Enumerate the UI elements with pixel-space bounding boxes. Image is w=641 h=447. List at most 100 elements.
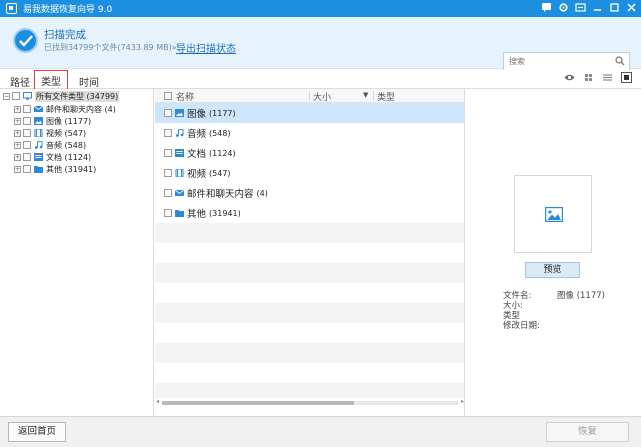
search-input[interactable]	[504, 53, 612, 70]
expand-icon[interactable]: +	[14, 105, 21, 113]
window-controls	[540, 2, 637, 14]
horizontal-scrollbar[interactable]: ◂ ▸	[155, 398, 464, 407]
tree-item-mail[interactable]: + 邮件和聊天内容 (4)	[14, 103, 116, 115]
tab-time[interactable]: 时间	[79, 74, 99, 89]
expand-icon[interactable]: +	[14, 117, 21, 125]
checkbox[interactable]	[164, 109, 172, 117]
file-list: 名称 大小 ▼ 类型 图像 (1177) 音频 (548) 文档 (1124)	[155, 89, 465, 416]
image-icon	[175, 109, 184, 117]
document-icon	[175, 149, 184, 157]
empty-row	[155, 323, 464, 343]
monitor-icon	[23, 92, 32, 100]
list-item[interactable]: 文档 (1124)	[155, 143, 464, 163]
minimize-icon[interactable]	[591, 2, 603, 14]
recover-button[interactable]: 恢复	[546, 422, 629, 442]
checkbox[interactable]	[164, 149, 172, 157]
footer-bar: 返回首页 恢复	[0, 416, 641, 447]
tree-item-label: 音频	[46, 140, 62, 150]
list-header: 名称 大小 ▼ 类型	[155, 89, 464, 103]
video-icon	[175, 168, 184, 178]
back-home-button[interactable]: 返回首页	[8, 422, 66, 442]
preview-button[interactable]: 预览	[525, 262, 580, 278]
tree-item-audio[interactable]: + 音频 (548)	[14, 139, 86, 151]
view-tabs: 路径 类型 时间	[0, 70, 641, 90]
tree-item-label: 文档	[46, 152, 62, 162]
checkbox[interactable]	[23, 129, 31, 137]
empty-row	[155, 363, 464, 383]
search-icon[interactable]	[615, 56, 625, 69]
checkbox[interactable]	[23, 141, 31, 149]
preview-panel: 预览 文件名: 图像 (1177) 大小: 类型 修改日期:	[466, 89, 641, 416]
empty-row	[155, 243, 464, 263]
list-item[interactable]: 图像 (1177)	[155, 103, 464, 123]
tab-type[interactable]: 类型	[34, 70, 68, 90]
checkbox[interactable]	[23, 153, 31, 161]
grid-view-icon[interactable]	[583, 72, 594, 83]
mail-icon	[33, 105, 44, 113]
tree-item-image[interactable]: + 图像 (1177)	[14, 115, 91, 127]
list-view-icon[interactable]	[602, 72, 613, 83]
scrollbar-thumb[interactable]	[162, 401, 354, 405]
checkbox[interactable]	[23, 105, 31, 113]
maximize-icon[interactable]	[608, 2, 620, 14]
list-item[interactable]: 邮件和聊天内容 (4)	[155, 183, 464, 203]
sort-arrow-icon[interactable]: ▼	[363, 91, 368, 99]
export-scan-status-link[interactable]: 导出扫描状态	[176, 40, 236, 55]
app-logo-icon	[6, 3, 17, 14]
scan-status-title: 扫描完成	[44, 29, 86, 41]
tree-item-label: 邮件和聊天内容	[46, 104, 102, 114]
scroll-right-icon[interactable]: ▸	[461, 398, 464, 405]
preview-thumbnail	[514, 175, 592, 253]
collapse-icon[interactable]: −	[3, 92, 10, 100]
column-size[interactable]: 大小	[313, 90, 331, 103]
empty-row	[155, 263, 464, 283]
tree-item-video[interactable]: + 视频 (547)	[14, 127, 86, 139]
scan-summary[interactable]: 已找到34799个文件(7433.89 MB)»	[44, 42, 177, 53]
empty-row	[155, 223, 464, 243]
tree-item-document[interactable]: + 文档 (1124)	[14, 151, 91, 163]
select-all-checkbox[interactable]	[164, 92, 172, 100]
tree-root-label: 所有文件类型 (34799)	[35, 90, 120, 102]
expand-icon[interactable]: +	[14, 141, 21, 149]
checkbox[interactable]	[164, 189, 172, 197]
scroll-left-icon[interactable]: ◂	[156, 398, 159, 405]
close-icon[interactable]	[625, 2, 637, 14]
tree-item-label: 其他	[46, 164, 62, 174]
tree-item-label: 图像	[46, 116, 62, 126]
checkbox[interactable]	[23, 165, 31, 173]
checkbox[interactable]	[23, 117, 31, 125]
image-placeholder-icon	[545, 207, 563, 222]
empty-row	[155, 303, 464, 323]
tree-item-label: 视频	[46, 128, 62, 138]
checkbox[interactable]	[12, 92, 20, 100]
checkbox[interactable]	[164, 129, 172, 137]
feedback-icon[interactable]	[574, 2, 586, 14]
settings-icon[interactable]	[557, 2, 569, 14]
window-title: 易我数据恢复向导 9.0	[23, 5, 113, 15]
tree-item-all[interactable]: − 所有文件类型 (34799)	[3, 90, 120, 102]
view-mode-toolbar	[564, 72, 632, 83]
music-icon	[34, 140, 43, 149]
list-item[interactable]: 其他 (31941)	[155, 203, 464, 223]
file-type-tree: − 所有文件类型 (34799) + 邮件和聊天内容 (4) + 图像 (117…	[0, 89, 154, 416]
column-name[interactable]: 名称	[176, 90, 194, 103]
empty-row	[155, 383, 464, 398]
expand-icon[interactable]: +	[14, 165, 21, 173]
empty-row	[155, 343, 464, 363]
chat-icon[interactable]	[540, 2, 552, 14]
eye-icon[interactable]	[564, 72, 575, 83]
column-type[interactable]: 类型	[377, 90, 395, 103]
expand-icon[interactable]: +	[14, 129, 21, 137]
image-icon	[34, 117, 43, 125]
search-box	[503, 52, 630, 71]
scan-status-banner: 扫描完成 已找到34799个文件(7433.89 MB)» 导出扫描状态	[0, 17, 641, 71]
list-item[interactable]: 音频 (548)	[155, 123, 464, 143]
checkbox[interactable]	[164, 209, 172, 217]
meta-modified-label: 修改日期:	[503, 321, 540, 331]
expand-icon[interactable]: +	[14, 153, 21, 161]
tree-item-other[interactable]: + 其他 (31941)	[14, 163, 96, 175]
checkbox[interactable]	[164, 169, 172, 177]
tab-path[interactable]: 路径	[10, 74, 30, 89]
detail-view-icon[interactable]	[621, 72, 632, 83]
list-item[interactable]: 视频 (547)	[155, 163, 464, 183]
